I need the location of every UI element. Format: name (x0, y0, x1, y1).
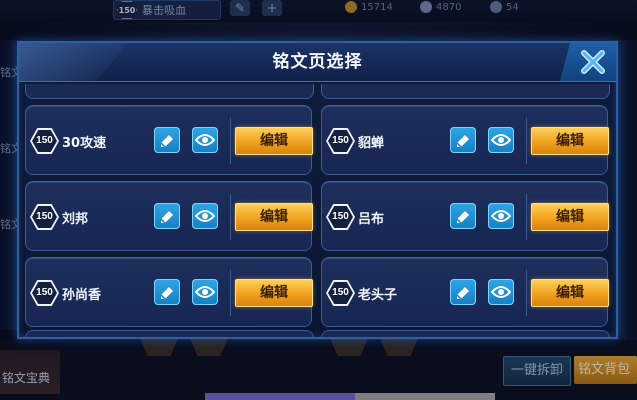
rename-button[interactable] (154, 203, 180, 229)
eye-icon (195, 286, 215, 298)
preview-button[interactable] (488, 127, 514, 153)
divider (526, 194, 527, 240)
list-item-partial (25, 84, 314, 99)
rune-page-name: 刘邦 (62, 212, 89, 227)
rune-page-select-dialog: 铭文页选择 150 30攻速 编辑 150 貂蝉 编辑 150 刘邦 编辑 15… (17, 41, 618, 339)
pencil-eraser-icon (160, 287, 173, 300)
preview-button[interactable] (192, 127, 218, 153)
level-hex-icon: 150 (326, 280, 355, 306)
dialog-header: 铭文页选择 (19, 43, 616, 82)
preview-button[interactable] (488, 203, 514, 229)
pencil-eraser-icon (456, 135, 469, 148)
rename-button[interactable] (154, 127, 180, 153)
edit-button[interactable]: 编辑 (531, 127, 609, 155)
rune-page-name: 老头子 (358, 288, 398, 303)
eye-icon (491, 286, 511, 298)
close-x-icon (581, 50, 605, 74)
level-hex-icon: 150 (30, 280, 59, 306)
dialog-title: 铭文页选择 (272, 52, 363, 72)
preview-button[interactable] (192, 279, 218, 305)
rune-page-card[interactable]: 150 貂蝉 编辑 (321, 105, 609, 175)
rune-page-name: 吕布 (358, 212, 385, 227)
level-hex-icon: 150 (326, 128, 355, 154)
pencil-eraser-icon (456, 211, 469, 224)
rune-page-name: 30攻速 (62, 136, 107, 151)
eye-icon (195, 210, 215, 222)
level-hex-icon: 150 (30, 204, 59, 230)
rune-page-card[interactable]: 150 孙尚香 编辑 (25, 257, 313, 327)
rename-button[interactable] (450, 279, 476, 305)
edit-button[interactable]: 编辑 (235, 127, 313, 155)
pencil-eraser-icon (160, 211, 173, 224)
level-hex-icon: 150 (30, 128, 59, 154)
divider (526, 118, 527, 164)
edit-button[interactable]: 编辑 (235, 203, 313, 231)
divider (230, 270, 231, 316)
divider (230, 118, 231, 164)
eye-icon (195, 134, 215, 146)
pencil-eraser-icon (160, 135, 173, 148)
preview-button[interactable] (488, 279, 514, 305)
rename-button[interactable] (154, 279, 180, 305)
rename-button[interactable] (450, 203, 476, 229)
rune-page-card[interactable]: 150 刘邦 编辑 (25, 181, 313, 251)
preview-button[interactable] (192, 203, 218, 229)
rune-page-card[interactable]: 150 30攻速 编辑 (25, 105, 313, 175)
rune-page-list[interactable]: 150 30攻速 编辑 150 貂蝉 编辑 150 刘邦 编辑 150 吕布 编… (19, 81, 616, 337)
rune-page-name: 貂蝉 (358, 136, 385, 151)
divider (230, 194, 231, 240)
rune-page-card[interactable]: 150 老头子 编辑 (321, 257, 609, 327)
rename-button[interactable] (450, 127, 476, 153)
eye-icon (491, 134, 511, 146)
divider (526, 270, 527, 316)
list-item-partial (25, 330, 314, 337)
edit-button[interactable]: 编辑 (531, 279, 609, 307)
level-hex-icon: 150 (326, 204, 355, 230)
edit-button[interactable]: 编辑 (235, 279, 313, 307)
list-item-partial (321, 84, 610, 99)
rune-page-card[interactable]: 150 吕布 编辑 (321, 181, 609, 251)
rune-page-name: 孙尚香 (62, 288, 102, 303)
pencil-eraser-icon (456, 287, 469, 300)
list-item-partial (321, 330, 610, 337)
edit-button[interactable]: 编辑 (531, 203, 609, 231)
eye-icon (491, 210, 511, 222)
